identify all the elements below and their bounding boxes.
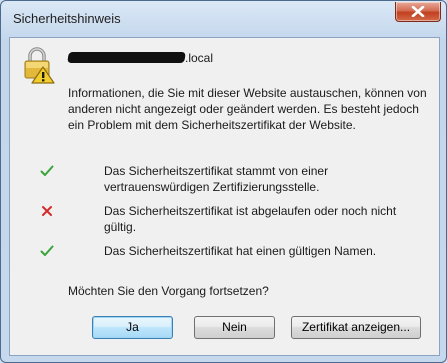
host-suffix: .local: [185, 51, 214, 65]
red-x-icon: [42, 206, 52, 216]
close-button[interactable]: [395, 2, 441, 22]
no-button[interactable]: Nein: [194, 316, 275, 339]
security-alert-dialog: Sicherheitshinweis .local Informationen,…: [0, 0, 447, 363]
green-checkmark-icon: [40, 165, 54, 176]
continue-question: Möchten Sie den Vorgang fortsetzen?: [68, 284, 269, 298]
check-text: Das Sicherheitszertifikat stammt von ein…: [104, 164, 329, 194]
dialog-title: Sicherheitshinweis: [13, 11, 121, 26]
dialog-content: .local Informationen, die Sie mit dieser…: [9, 37, 440, 356]
website-host: .local: [67, 51, 214, 67]
check-text: Das Sicherheitszertifikat ist abgelaufen…: [104, 204, 397, 234]
yes-button[interactable]: Ja: [92, 316, 173, 339]
info-message: Informationen, die Sie mit dieser Websit…: [68, 86, 427, 132]
view-certificate-button[interactable]: Zertifikat anzeigen...: [291, 316, 421, 339]
check-text: Das Sicherheitszertifikat hat einen gült…: [104, 244, 377, 258]
lock-warning-icon: [24, 47, 55, 84]
title-bar[interactable]: Sicherheitshinweis: [1, 1, 446, 37]
redacted-hostname: [67, 52, 186, 63]
green-checkmark-icon: [40, 245, 54, 256]
close-icon: [411, 6, 425, 17]
